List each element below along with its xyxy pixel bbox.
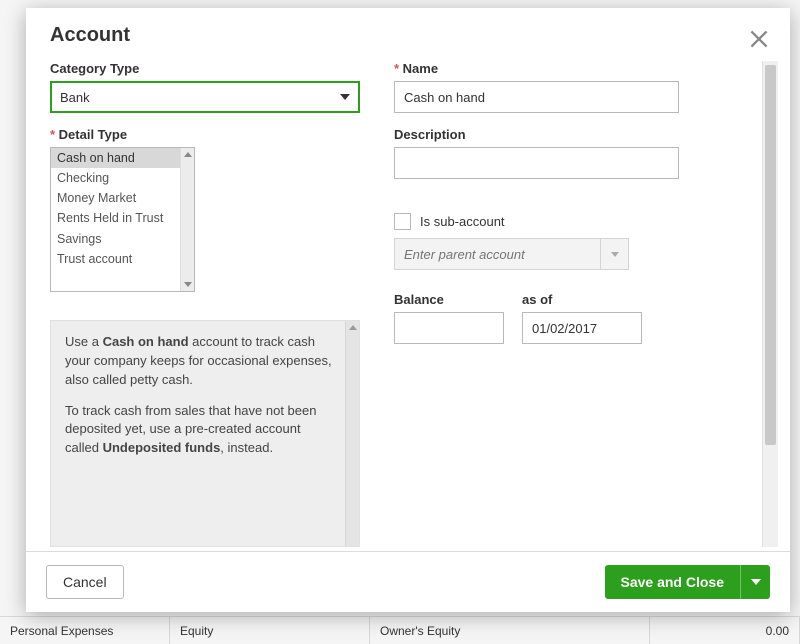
description-label: Description bbox=[394, 127, 758, 142]
balance-label: Balance bbox=[394, 292, 504, 307]
as-of-label: as of bbox=[522, 292, 642, 307]
category-type-value: Bank bbox=[60, 90, 90, 105]
scrollbar-thumb[interactable] bbox=[765, 65, 776, 445]
detail-type-option[interactable]: Money Market bbox=[51, 188, 180, 208]
as-of-input[interactable] bbox=[522, 312, 642, 344]
help-text: Use a Cash on hand account to track cash… bbox=[65, 333, 345, 458]
help-panel: Use a Cash on hand account to track cash… bbox=[50, 320, 360, 547]
name-input[interactable] bbox=[394, 81, 679, 113]
description-input[interactable] bbox=[394, 147, 679, 179]
detail-type-option[interactable]: Trust account bbox=[51, 249, 180, 269]
modal-footer: Cancel Save and Close bbox=[26, 551, 790, 612]
bg-cell: Equity bbox=[170, 617, 370, 644]
is-sub-account-label: Is sub-account bbox=[420, 214, 505, 229]
detail-type-option[interactable]: Savings bbox=[51, 229, 180, 249]
parent-account-input bbox=[394, 238, 601, 270]
close-button[interactable] bbox=[746, 26, 772, 52]
modal-title: Account bbox=[50, 24, 766, 47]
detail-type-listbox[interactable]: Cash on handCheckingMoney MarketRents He… bbox=[50, 147, 195, 292]
cancel-button[interactable]: Cancel bbox=[46, 565, 124, 599]
balance-input[interactable] bbox=[394, 312, 504, 344]
category-type-select[interactable]: Bank bbox=[50, 81, 360, 113]
name-label: Name bbox=[394, 61, 758, 76]
help-scrollbar[interactable] bbox=[345, 321, 359, 546]
detail-type-option[interactable]: Checking bbox=[51, 168, 180, 188]
bg-cell: 0.00 bbox=[650, 617, 800, 644]
detail-type-option[interactable]: Rents Held in Trust bbox=[51, 208, 180, 228]
save-and-close-button[interactable]: Save and Close bbox=[605, 565, 741, 599]
category-type-label: Category Type bbox=[50, 61, 360, 76]
bg-cell: Owner's Equity bbox=[370, 617, 650, 644]
modal-scrollbar[interactable] bbox=[762, 61, 778, 547]
detail-type-option[interactable]: Cash on hand bbox=[51, 148, 180, 168]
detail-type-label: Detail Type bbox=[50, 127, 360, 142]
account-modal: Account Category Type Bank Detail Type C… bbox=[26, 8, 790, 612]
close-icon bbox=[746, 26, 772, 52]
bg-cell: Personal Expenses bbox=[0, 617, 170, 644]
listbox-scrollbar[interactable] bbox=[180, 148, 194, 291]
is-sub-account-checkbox[interactable] bbox=[394, 213, 411, 230]
chevron-down-icon bbox=[611, 252, 619, 257]
background-table-row: Personal Expenses Equity Owner's Equity … bbox=[0, 616, 800, 644]
chevron-down-icon bbox=[340, 94, 350, 100]
modal-header: Account bbox=[26, 8, 790, 51]
modal-body: Category Type Bank Detail Type Cash on h… bbox=[26, 51, 790, 551]
chevron-down-icon bbox=[751, 579, 761, 585]
parent-account-dropdown bbox=[601, 238, 629, 270]
save-dropdown-button[interactable] bbox=[740, 565, 770, 599]
